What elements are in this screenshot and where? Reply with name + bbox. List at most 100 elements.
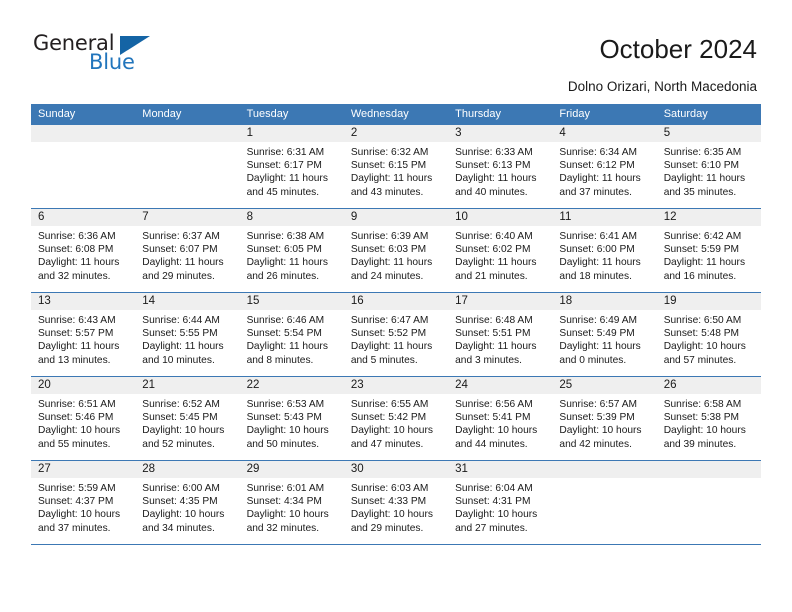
day-details: Sunrise: 6:01 AM Sunset: 4:34 PM Daylight:… [240, 478, 344, 535]
day-cell[interactable]: 8 Sunrise: 6:38 AM Sunset: 6:05 PM Daylight… [239, 208, 344, 293]
day-number: 22 [239, 377, 344, 394]
day-details: Sunrise: 6:38 AM Sunset: 6:05 PM Daylight:… [240, 226, 344, 283]
daylight-text: Daylight: 11 hours and 16 minutes. [663, 257, 746, 282]
daylight-text: Daylight: 11 hours and 35 minutes. [663, 173, 746, 198]
weekday-header-thursday: Thursday [448, 104, 553, 125]
day-details: Sunrise: 6:48 AM Sunset: 5:51 PM Daylight:… [448, 310, 552, 367]
day-details: Sunrise: 6:34 AM Sunset: 6:12 PM Daylight:… [552, 142, 656, 199]
calendar-week-row: 27 Sunrise: 5:59 AM Sunset: 4:37 PM Dayligh… [31, 460, 761, 545]
day-cell[interactable]: 29 Sunrise: 6:01 AM Sunset: 4:34 PM Dayligh… [239, 460, 344, 545]
day-cell[interactable]: 14 Sunrise: 6:44 AM Sunset: 5:55 PM Dayligh… [135, 292, 240, 377]
sunrise-text: Sunrise: 6:35 AM [663, 147, 742, 158]
day-cell[interactable] [656, 460, 761, 545]
sunrise-text: Sunrise: 6:04 AM [455, 483, 533, 494]
sunrise-text: Sunrise: 6:38 AM [246, 231, 325, 242]
day-cell[interactable]: 3 Sunrise: 6:33 AM Sunset: 6:13 PM Daylight… [448, 125, 553, 209]
generalblue-logo[interactable]: General Blue [33, 33, 213, 85]
sunset-text: Sunset: 5:43 PM [246, 412, 322, 424]
sunrise-text: Sunrise: 6:52 AM [142, 399, 220, 410]
day-cell[interactable]: 30 Sunrise: 6:03 AM Sunset: 4:33 PM Dayligh… [343, 460, 449, 545]
logo-text-blue: Blue [89, 50, 135, 74]
sunset-text: Sunset: 5:41 PM [455, 412, 531, 424]
weekday-header-wednesday: Wednesday [343, 104, 449, 125]
sunset-text: Sunset: 5:45 PM [142, 412, 218, 424]
sunset-text: Sunset: 5:46 PM [38, 412, 114, 424]
day-cell[interactable]: 20 Sunrise: 6:51 AM Sunset: 5:46 PM Dayligh… [31, 376, 136, 461]
daylight-text: Daylight: 11 hours and 32 minutes. [38, 257, 120, 282]
day-cell[interactable]: 1 Sunrise: 6:31 AM Sunset: 6:17 PM Daylight… [239, 125, 344, 209]
sunrise-text: Sunrise: 6:33 AM [455, 147, 533, 158]
weekday-header-monday: Monday [135, 104, 240, 125]
day-number: 5 [656, 125, 761, 142]
sunrise-text: Sunrise: 6:58 AM [663, 399, 742, 410]
day-number: 28 [135, 461, 240, 478]
day-cell[interactable]: 24 Sunrise: 6:56 AM Sunset: 5:41 PM Dayligh… [448, 376, 553, 461]
day-cell[interactable]: 21 Sunrise: 6:52 AM Sunset: 5:45 PM Dayligh… [135, 376, 240, 461]
day-cell[interactable]: 15 Sunrise: 6:46 AM Sunset: 5:54 PM Dayligh… [239, 292, 344, 377]
sunrise-text: Sunrise: 6:43 AM [38, 315, 116, 326]
sunrise-text: Sunrise: 6:40 AM [455, 231, 533, 242]
day-number: 14 [135, 293, 240, 310]
sunrise-text: Sunrise: 6:48 AM [455, 315, 533, 326]
day-cell[interactable]: 11 Sunrise: 6:41 AM Sunset: 6:00 PM Dayligh… [552, 208, 657, 293]
day-number: 26 [656, 377, 761, 394]
day-cell[interactable]: 25 Sunrise: 6:57 AM Sunset: 5:39 PM Dayligh… [552, 376, 657, 461]
day-cell[interactable]: 10 Sunrise: 6:40 AM Sunset: 6:02 PM Dayligh… [448, 208, 553, 293]
sunset-text: Sunset: 4:35 PM [142, 496, 218, 508]
day-details: Sunrise: 6:39 AM Sunset: 6:03 PM Daylight:… [344, 226, 448, 283]
sunset-text: Sunset: 4:31 PM [455, 496, 531, 508]
day-cell[interactable]: 27 Sunrise: 5:59 AM Sunset: 4:37 PM Dayligh… [31, 460, 136, 545]
sunrise-text: Sunrise: 6:41 AM [559, 231, 637, 242]
day-cell[interactable]: 17 Sunrise: 6:48 AM Sunset: 5:51 PM Dayligh… [448, 292, 553, 377]
sunset-text: Sunset: 6:05 PM [246, 244, 322, 256]
day-details: Sunrise: 6:47 AM Sunset: 5:52 PM Daylight:… [344, 310, 448, 367]
daylight-text: Daylight: 10 hours and 34 minutes. [142, 509, 225, 534]
sunrise-text: Sunrise: 6:47 AM [350, 315, 429, 326]
sunrise-text: Sunrise: 6:31 AM [246, 147, 325, 158]
sunset-text: Sunset: 6:13 PM [455, 160, 531, 172]
day-cell[interactable]: 31 Sunrise: 6:04 AM Sunset: 4:31 PM Dayligh… [448, 460, 553, 545]
calendar-grid: Sunday Monday Tuesday Wednesday Thursday… [31, 104, 761, 545]
day-cell[interactable]: 6 Sunrise: 6:36 AM Sunset: 6:08 PM Daylight… [31, 208, 136, 293]
day-cell[interactable]: 9 Sunrise: 6:39 AM Sunset: 6:03 PM Daylight… [343, 208, 449, 293]
day-cell[interactable]: 26 Sunrise: 6:58 AM Sunset: 5:38 PM Dayligh… [656, 376, 761, 461]
day-number: 13 [31, 293, 136, 310]
daylight-text: Daylight: 11 hours and 10 minutes. [142, 341, 224, 366]
day-cell[interactable]: 18 Sunrise: 6:49 AM Sunset: 5:49 PM Dayligh… [552, 292, 657, 377]
day-cell[interactable]: 28 Sunrise: 6:00 AM Sunset: 4:35 PM Dayligh… [135, 460, 240, 545]
day-number: 8 [239, 209, 344, 226]
daylight-text: Daylight: 11 hours and 8 minutes. [246, 341, 328, 366]
daylight-text: Daylight: 11 hours and 24 minutes. [350, 257, 433, 282]
sunrise-text: Sunrise: 6:00 AM [142, 483, 220, 494]
day-number: 3 [448, 125, 553, 142]
day-cell[interactable]: 5 Sunrise: 6:35 AM Sunset: 6:10 PM Daylight… [656, 125, 761, 209]
day-cell[interactable] [31, 125, 136, 209]
sunrise-text: Sunrise: 6:39 AM [350, 231, 429, 242]
day-details: Sunrise: 6:35 AM Sunset: 6:10 PM Daylight:… [657, 142, 761, 199]
day-cell[interactable]: 7 Sunrise: 6:37 AM Sunset: 6:07 PM Daylight… [135, 208, 240, 293]
day-cell[interactable]: 4 Sunrise: 6:34 AM Sunset: 6:12 PM Daylight… [552, 125, 657, 209]
sunset-text: Sunset: 5:52 PM [350, 328, 427, 340]
day-number: 23 [343, 377, 449, 394]
day-cell[interactable]: 16 Sunrise: 6:47 AM Sunset: 5:52 PM Dayligh… [343, 292, 449, 377]
daylight-text: Daylight: 10 hours and 52 minutes. [142, 425, 225, 450]
daylight-text: Daylight: 10 hours and 32 minutes. [246, 509, 329, 534]
day-cell[interactable]: 22 Sunrise: 6:53 AM Sunset: 5:43 PM Dayligh… [239, 376, 344, 461]
day-cell[interactable]: 13 Sunrise: 6:43 AM Sunset: 5:57 PM Dayligh… [31, 292, 136, 377]
daylight-text: Daylight: 11 hours and 45 minutes. [246, 173, 328, 198]
day-cell[interactable]: 12 Sunrise: 6:42 AM Sunset: 5:59 PM Dayligh… [656, 208, 761, 293]
daylight-text: Daylight: 10 hours and 42 minutes. [559, 425, 642, 450]
day-cell[interactable]: 23 Sunrise: 6:55 AM Sunset: 5:42 PM Dayligh… [343, 376, 449, 461]
day-cell[interactable] [135, 125, 240, 209]
day-cell[interactable] [552, 460, 657, 545]
calendar-week-row: 13 Sunrise: 6:43 AM Sunset: 5:57 PM Dayligh… [31, 292, 761, 377]
day-cell[interactable]: 2 Sunrise: 6:32 AM Sunset: 6:15 PM Daylight… [343, 125, 449, 209]
sunset-text: Sunset: 5:48 PM [663, 328, 740, 340]
day-details: Sunrise: 6:00 AM Sunset: 4:35 PM Daylight:… [135, 478, 239, 535]
weekday-header-saturday: Saturday [656, 104, 761, 125]
day-cell[interactable]: 19 Sunrise: 6:50 AM Sunset: 5:48 PM Dayligh… [656, 292, 761, 377]
daylight-text: Daylight: 10 hours and 29 minutes. [350, 509, 433, 534]
sunrise-text: Sunrise: 6:37 AM [142, 231, 220, 242]
day-number: 19 [656, 293, 761, 310]
day-details: Sunrise: 6:55 AM Sunset: 5:42 PM Daylight:… [344, 394, 448, 451]
